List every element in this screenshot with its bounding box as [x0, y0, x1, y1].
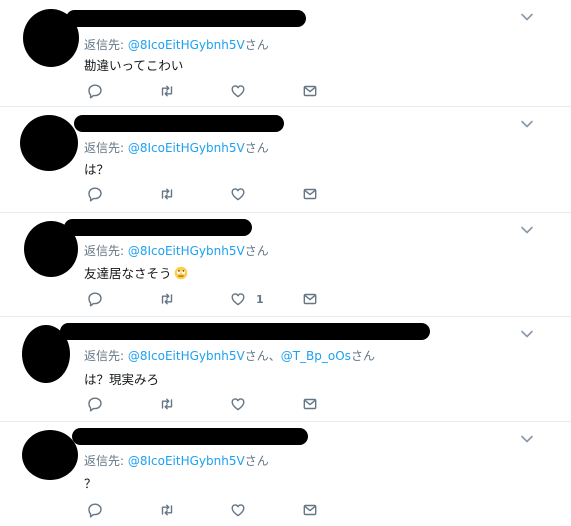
direct-message-button[interactable] — [302, 186, 318, 202]
reply-handle-link-2[interactable]: @T_Bp_oOs — [281, 349, 351, 363]
retweet-icon — [159, 502, 175, 518]
direct-message-icon — [302, 502, 318, 518]
avatar[interactable] — [20, 115, 78, 171]
reply-suffix: さん — [244, 244, 269, 258]
direct-message-icon — [302, 291, 318, 307]
reply-icon — [87, 186, 103, 202]
like-button[interactable] — [230, 83, 256, 99]
reply-button[interactable] — [87, 502, 103, 518]
like-icon — [230, 396, 246, 412]
tweet[interactable]: 返信先: @8IcoEitHGybnh5Vさん、@T_Bp_oOsさん は？現実… — [0, 317, 571, 422]
retweet-icon — [159, 291, 175, 307]
reply-prefix: 返信先: — [84, 38, 128, 52]
direct-message-icon — [302, 83, 318, 99]
reply-icon — [87, 83, 103, 99]
reply-handle-link[interactable]: @8IcoEitHGybnh5V — [128, 38, 245, 52]
like-icon — [230, 502, 246, 518]
reply-handle-link[interactable]: @8IcoEitHGybnh5V — [128, 244, 245, 258]
direct-message-button[interactable] — [302, 502, 318, 518]
like-button[interactable] — [230, 502, 256, 518]
chevron-down-icon[interactable] — [520, 329, 534, 339]
reply-prefix: 返信先: — [84, 141, 128, 155]
like-icon — [230, 291, 246, 307]
tweet[interactable]: 返信先: @8IcoEitHGybnh5Vさん 勘違いってこわい — [0, 0, 571, 107]
reply-icon — [87, 291, 103, 307]
reply-suffix-2: さん — [350, 349, 375, 363]
reply-to-line: 返信先: @8IcoEitHGybnh5Vさん — [84, 36, 269, 53]
reply-prefix: 返信先: — [84, 349, 128, 363]
tweet-text: ？ — [84, 476, 97, 491]
reply-prefix: 返信先: — [84, 244, 128, 258]
tweet-text: 友達居なさそう — [84, 263, 188, 282]
tweet-text: 勘違いってこわい — [84, 58, 184, 73]
retweet-button[interactable] — [159, 396, 175, 412]
tweet-text: は？現実みろ — [84, 372, 160, 387]
reply-handle-link[interactable]: @8IcoEitHGybnh5V — [128, 454, 245, 468]
like-icon — [230, 186, 246, 202]
chevron-down-icon[interactable] — [520, 12, 534, 22]
redacted-author-name — [72, 428, 308, 445]
direct-message-button[interactable] — [302, 396, 318, 412]
retweet-button[interactable] — [159, 502, 175, 518]
tweet[interactable]: 返信先: @8IcoEitHGybnh5Vさん ？ — [0, 422, 571, 526]
direct-message-icon — [302, 186, 318, 202]
like-button[interactable] — [230, 186, 256, 202]
direct-message-button[interactable] — [302, 83, 318, 99]
reply-icon — [87, 396, 103, 412]
reply-button[interactable] — [87, 186, 103, 202]
tweet-text-content: 友達居なさそう — [84, 266, 172, 281]
tweet[interactable]: 返信先: @8IcoEitHGybnh5Vさん は？ — [0, 107, 571, 213]
reply-prefix: 返信先: — [84, 454, 128, 468]
like-button[interactable]: 1 — [230, 291, 264, 307]
reply-to-line: 返信先: @8IcoEitHGybnh5Vさん — [84, 139, 269, 156]
redacted-author-name — [66, 10, 306, 27]
reply-icon — [87, 502, 103, 518]
reply-button[interactable] — [87, 396, 103, 412]
retweet-button[interactable] — [159, 186, 175, 202]
reply-handle-link[interactable]: @8IcoEitHGybnh5V — [128, 349, 245, 363]
reply-to-line: 返信先: @8IcoEitHGybnh5Vさん — [84, 242, 269, 259]
like-icon — [230, 83, 246, 99]
like-button[interactable] — [230, 396, 256, 412]
tweet[interactable]: 返信先: @8IcoEitHGybnh5Vさん 友達居なさそう 1 — [0, 213, 571, 317]
reply-button[interactable] — [87, 83, 103, 99]
tweet-text: は？ — [84, 162, 110, 177]
chevron-down-icon[interactable] — [520, 434, 534, 444]
redacted-author-name — [60, 323, 430, 340]
redacted-author-name — [74, 115, 284, 132]
chevron-down-icon[interactable] — [520, 119, 534, 129]
reply-suffix: さん — [244, 454, 269, 468]
face-with-rolling-eyes-emoji-icon — [174, 266, 187, 280]
retweet-button[interactable] — [159, 291, 175, 307]
chevron-down-icon[interactable] — [520, 225, 534, 235]
reply-to-line: 返信先: @8IcoEitHGybnh5Vさん — [84, 452, 269, 469]
direct-message-icon — [302, 396, 318, 412]
redacted-author-name — [64, 219, 252, 236]
reply-suffix: さん、 — [244, 349, 281, 363]
reply-button[interactable] — [87, 291, 103, 307]
direct-message-button[interactable] — [302, 291, 318, 307]
retweet-icon — [159, 186, 175, 202]
avatar[interactable] — [22, 430, 78, 480]
like-count: 1 — [256, 292, 264, 306]
retweet-icon — [159, 396, 175, 412]
retweet-button[interactable] — [159, 83, 175, 99]
reply-suffix: さん — [244, 141, 269, 155]
reply-suffix: さん — [244, 38, 269, 52]
reply-to-line: 返信先: @8IcoEitHGybnh5Vさん、@T_Bp_oOsさん — [84, 347, 375, 364]
retweet-icon — [159, 83, 175, 99]
reply-handle-link[interactable]: @8IcoEitHGybnh5V — [128, 141, 245, 155]
